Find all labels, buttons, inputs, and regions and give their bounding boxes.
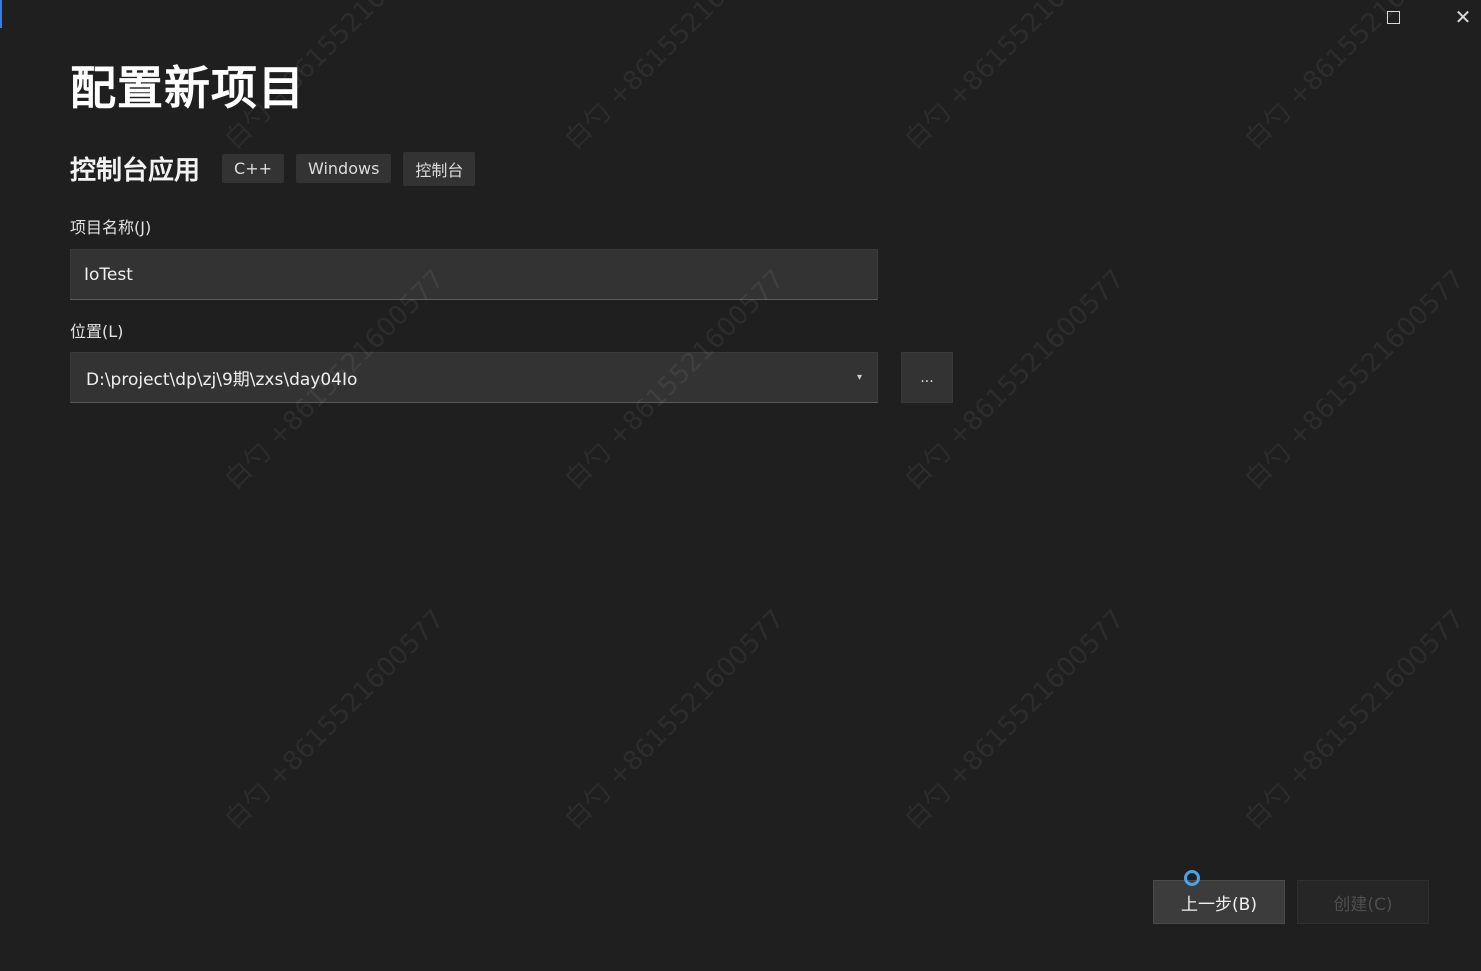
watermark-text: 白勺 +8615521600577 (559, 604, 791, 836)
location-label: 位置(L) (70, 322, 124, 341)
close-button[interactable]: ✕ (1446, 4, 1480, 30)
watermark-text: 白勺 +8615521600577 (899, 604, 1131, 836)
tag-language: C++ (222, 154, 284, 183)
project-name-label: 项目名称(J) (70, 218, 152, 237)
busy-cursor-icon (1184, 870, 1200, 886)
chevron-down-icon[interactable]: ▾ (857, 372, 862, 383)
watermark-text: 白勺 +8615521600577 (559, 0, 791, 156)
page-title: 配置新项目 (70, 61, 305, 115)
close-icon: ✕ (1454, 5, 1472, 29)
browse-location-button[interactable]: ... (901, 352, 953, 403)
tag-project-type: 控制台 (403, 151, 476, 186)
watermark-text: 白勺 +8615521600577 (1239, 604, 1471, 836)
watermark-text: 白勺 +8615521600577 (219, 604, 451, 836)
project-name-input[interactable] (70, 249, 878, 300)
watermark-layer: 白勺 +8615521600577 白勺 +8615521600577 白勺 +… (0, 0, 1481, 971)
maximize-icon (1386, 10, 1400, 24)
back-button[interactable]: 上一步(B) (1153, 880, 1285, 924)
location-combobox[interactable]: D:\project\dp\zj\9期\zxs\day04Io ▾ (70, 352, 878, 403)
tag-platform: Windows (296, 154, 392, 183)
maximize-button[interactable] (1376, 4, 1410, 30)
location-value: D:\project\dp\zj\9期\zxs\day04Io (86, 370, 358, 390)
template-name: 控制台应用 (70, 156, 201, 186)
configure-project-window: ✕ 配置新项目 控制台应用 C++ Windows 控制台 项目名称(J) 位置… (0, 0, 1481, 971)
watermark-text: 白勺 +8615521600577 (899, 0, 1131, 156)
watermark-text: 白勺 +8615521600577 (1239, 0, 1471, 156)
window-accent-edge (0, 0, 2, 28)
watermark-text: 白勺 +8615521600577 (1239, 264, 1471, 496)
create-button[interactable]: 创建(C) (1297, 880, 1429, 924)
template-info: 控制台应用 C++ Windows 控制台 (70, 150, 487, 187)
